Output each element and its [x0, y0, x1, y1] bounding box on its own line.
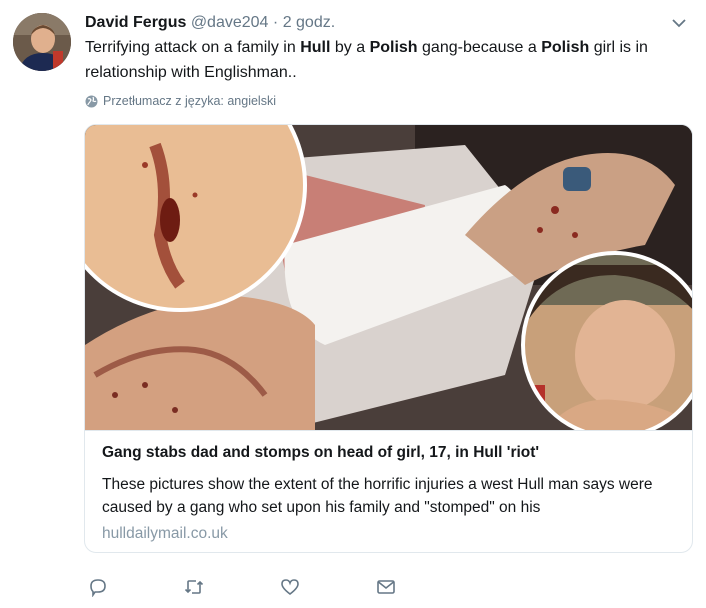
tweet-actions: [88, 576, 472, 598]
tweet-text-part: Terrifying attack on a family in: [85, 39, 301, 56]
envelope-icon: [377, 580, 395, 594]
card-image: [85, 125, 692, 430]
tweet-header: David Fergus @dave204 · 2 godz.: [85, 12, 686, 34]
reply-icon: [90, 579, 106, 597]
heart-icon: [281, 579, 299, 596]
card-domain: hulldailymail.co.uk: [102, 525, 228, 542]
direct-message-button[interactable]: [376, 576, 472, 598]
tweet-text-bold: Polish: [541, 39, 590, 56]
tweet-text-part: gang-because a: [417, 39, 542, 56]
avatar-image: [13, 13, 71, 71]
tweet-text: Terrifying attack on a family in Hull by…: [85, 35, 685, 85]
translate-link[interactable]: Przetłumacz z języka: angielski: [85, 94, 276, 108]
author-handle[interactable]: @dave204: [191, 14, 269, 31]
card-body: Gang stabs dad and stomps on head of gir…: [85, 430, 692, 552]
timestamp[interactable]: 2 godz.: [283, 14, 335, 31]
avatar[interactable]: [13, 13, 71, 71]
separator-dot: ·: [272, 14, 279, 31]
globe-icon: [85, 95, 98, 107]
chevron-down-icon[interactable]: [670, 14, 688, 32]
retweet-button[interactable]: [184, 576, 280, 598]
translate-label: Przetłumacz z języka: angielski: [103, 94, 276, 108]
tweet-text-bold: Hull: [300, 39, 331, 56]
like-button[interactable]: [280, 576, 376, 598]
reply-button[interactable]: [88, 576, 184, 598]
link-card[interactable]: Gang stabs dad and stomps on head of gir…: [84, 124, 693, 553]
tweet-text-part: by a: [330, 39, 370, 56]
retweet-icon: [184, 580, 204, 594]
card-title: Gang stabs dad and stomps on head of gir…: [102, 444, 540, 461]
author-name[interactable]: David Fergus: [85, 14, 186, 31]
tweet-text-bold: Polish: [369, 39, 418, 56]
card-description: These pictures show the extent of the ho…: [102, 476, 653, 516]
